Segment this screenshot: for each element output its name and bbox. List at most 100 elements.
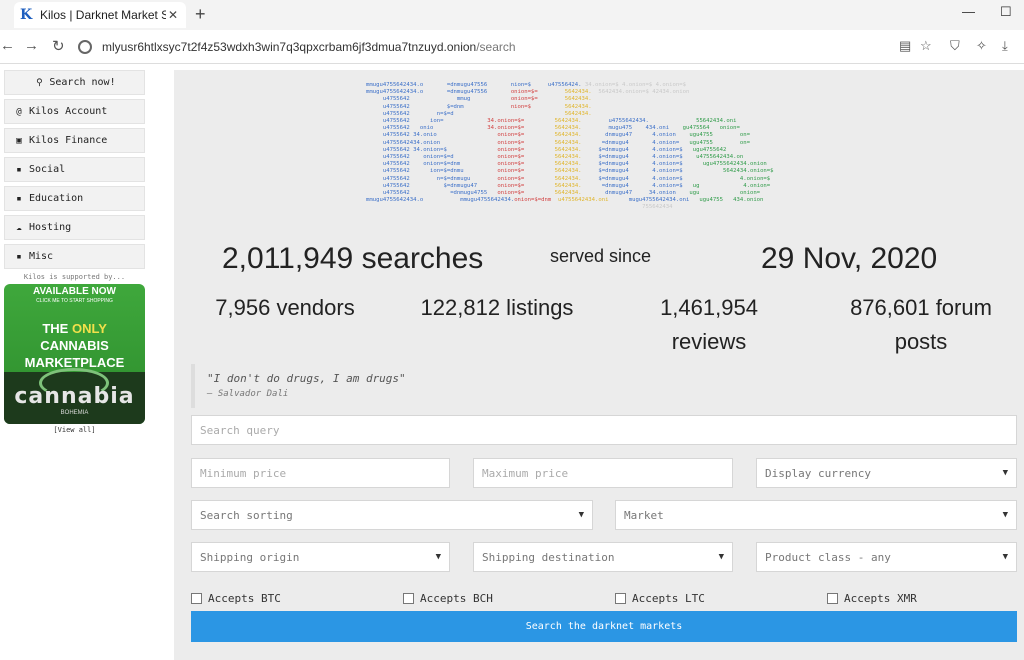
checkbox-icon[interactable] xyxy=(827,593,838,604)
chevron-down-icon: ▼ xyxy=(1002,510,1008,520)
main-panel: mmugu4755642434.o =dnmugu47556 nion=$ u4… xyxy=(174,70,1024,660)
checkbox-icon[interactable] xyxy=(615,593,626,604)
extension-icon[interactable]: ✧ xyxy=(976,38,987,54)
search-submit-button[interactable]: Search the darknet markets xyxy=(191,611,1017,642)
sidebar-item-kilos-finance[interactable]: ▣ Kilos Finance xyxy=(4,128,145,153)
minimum-price-field[interactable] xyxy=(200,466,449,480)
accepts-bch-checkbox[interactable]: Accepts BCH xyxy=(403,592,493,605)
view-all-link[interactable]: [View all] xyxy=(4,426,145,434)
search-icon: ⚲ xyxy=(36,77,43,88)
cannabia-ad-banner[interactable]: AVAILABLE NOW CLICK ME TO START SHOPPING… xyxy=(4,284,145,424)
user-icon: ▪ xyxy=(16,164,22,175)
sidebar-item-label: Kilos Account xyxy=(29,106,108,117)
shipping-origin-select[interactable]: Shipping origin ▼ xyxy=(191,542,450,572)
url-text: mlyusr6htlxsyc7t2f4z53wdxh3win7q3qpxcrba… xyxy=(102,40,516,54)
browser-address-bar: ← → ↻ mlyusr6htlxsyc7t2f4z53wdxh3win7q3q… xyxy=(0,30,1024,64)
checkbox-label: Accepts XMR xyxy=(844,592,917,605)
accepts-btc-checkbox[interactable]: Accepts BTC xyxy=(191,592,281,605)
forward-icon[interactable]: → xyxy=(24,37,39,54)
search-sorting-value: Search sorting xyxy=(200,508,293,522)
browser-tabbar: K Kilos | Darknet Market Search ✕ + — ☐ xyxy=(0,0,1024,30)
listings-count: 122,812 listings xyxy=(420,295,574,320)
forum-posts-count: 876,601 forum posts xyxy=(850,295,992,354)
browser-tab[interactable]: K Kilos | Darknet Market Search ✕ xyxy=(14,2,186,28)
sidebar-item-label: Misc xyxy=(29,251,54,262)
sidebar-item-label: Kilos Finance xyxy=(29,135,108,146)
shipping-destination-value: Shipping destination xyxy=(482,550,615,564)
reviews-count: 1,461,954 reviews xyxy=(660,295,758,354)
star-icon[interactable]: ☆ xyxy=(920,38,932,54)
money-icon: ▣ xyxy=(16,135,22,146)
ad-headline: THE ONLY CANNABIS MARKETPLACE xyxy=(24,321,125,370)
search-sorting-select[interactable]: Search sorting ▼ xyxy=(191,500,593,530)
ad-available-text: AVAILABLE NOW xyxy=(33,286,116,297)
site-info-icon[interactable] xyxy=(78,40,92,54)
product-class-select[interactable]: Product class - any ▼ xyxy=(756,542,1017,572)
sidebar-item-label: Education xyxy=(29,193,84,204)
chevron-down-icon: ▼ xyxy=(435,552,441,562)
sidebar-item-kilos-account[interactable]: @ Kilos Account xyxy=(4,99,145,124)
sidebar-item-misc[interactable]: ▪ Misc xyxy=(4,244,145,269)
ad-brand-logo: cannabia xyxy=(14,384,135,409)
book-icon: ▪ xyxy=(16,193,22,204)
chevron-down-icon: ▼ xyxy=(578,510,584,520)
minimum-price-input[interactable] xyxy=(191,458,450,488)
supported-by-text: Kilos is supported by... xyxy=(23,273,126,281)
sidebar-item-label: Social xyxy=(29,164,66,175)
market-select[interactable]: Market ▼ xyxy=(615,500,1017,530)
kilos-ascii-logo: mmugu4755642434.o =dnmugu47556 nion=$ u4… xyxy=(366,82,774,211)
back-icon[interactable]: ← xyxy=(0,37,15,54)
quote-block: "I don't do drugs, I am drugs" — Salvado… xyxy=(191,364,1011,408)
reload-icon[interactable]: ↻ xyxy=(52,37,65,55)
new-tab-icon[interactable]: + xyxy=(195,4,206,25)
sidebar: ⚲ Search now! @ Kilos Account ▣ Kilos Fi… xyxy=(4,70,145,434)
market-value: Market xyxy=(624,508,664,522)
served-since-label: served since xyxy=(550,246,652,266)
shipping-origin-value: Shipping origin xyxy=(200,550,300,564)
maximum-price-field[interactable] xyxy=(482,466,732,480)
maximize-icon[interactable]: ☐ xyxy=(1000,4,1012,20)
checkbox-label: Accepts LTC xyxy=(632,592,705,605)
quote-text: "I don't do drugs, I am drugs" xyxy=(207,372,406,385)
minimize-icon[interactable]: — xyxy=(962,4,975,19)
product-class-value: Product class - any xyxy=(765,550,891,564)
chevron-down-icon: ▼ xyxy=(718,552,724,562)
vendors-count: 7,956 vendors xyxy=(215,295,355,320)
display-currency-select[interactable]: Display currency ▼ xyxy=(756,458,1017,488)
search-query-input[interactable] xyxy=(191,415,1017,445)
cloud-icon: ☁ xyxy=(16,222,22,233)
search-now-button[interactable]: ⚲ Search now! xyxy=(4,70,145,95)
checkbox-label: Accepts BTC xyxy=(208,592,281,605)
sidebar-item-label: Hosting xyxy=(29,222,72,233)
chevron-down-icon: ▼ xyxy=(1002,468,1008,478)
tab-title: Kilos | Darknet Market Search xyxy=(40,8,166,22)
maximum-price-input[interactable] xyxy=(473,458,733,488)
document-icon: ▪ xyxy=(16,251,22,262)
searches-count: 2,011,949 searches xyxy=(222,242,484,275)
sidebar-item-social[interactable]: ▪ Social xyxy=(4,157,145,182)
accepts-ltc-checkbox[interactable]: Accepts LTC xyxy=(615,592,705,605)
kilos-favicon-icon: K xyxy=(20,7,33,23)
close-tab-icon[interactable]: ✕ xyxy=(166,8,180,22)
at-icon: @ xyxy=(16,106,22,117)
checkbox-label: Accepts BCH xyxy=(420,592,493,605)
display-currency-value: Display currency xyxy=(765,466,871,480)
ad-brand-sub: BOHEMIA xyxy=(60,410,89,416)
search-now-label: Search now! xyxy=(49,77,116,88)
since-date: 29 Nov, 2020 xyxy=(761,242,938,275)
accepts-xmr-checkbox[interactable]: Accepts XMR xyxy=(827,592,917,605)
search-query-field[interactable] xyxy=(200,423,1016,437)
sidebar-item-education[interactable]: ▪ Education xyxy=(4,186,145,211)
sidebar-item-hosting[interactable]: ☁ Hosting xyxy=(4,215,145,240)
checkbox-icon[interactable] xyxy=(403,593,414,604)
url-field[interactable]: mlyusr6htlxsyc7t2f4z53wdxh3win7q3qpxcrba… xyxy=(78,35,908,59)
page: ⚲ Search now! @ Kilos Account ▣ Kilos Fi… xyxy=(0,64,1024,660)
chevron-down-icon: ▼ xyxy=(1002,552,1008,562)
checkbox-icon[interactable] xyxy=(191,593,202,604)
shipping-destination-select[interactable]: Shipping destination ▼ xyxy=(473,542,733,572)
ad-click-text: CLICK ME TO START SHOPPING xyxy=(36,298,113,304)
reader-icon[interactable]: ▤ xyxy=(899,38,911,54)
shield-icon[interactable]: ⛉ xyxy=(950,38,960,54)
quote-author: — Salvador Dali xyxy=(207,389,289,399)
download-icon[interactable]: ⤓ xyxy=(1002,38,1008,54)
